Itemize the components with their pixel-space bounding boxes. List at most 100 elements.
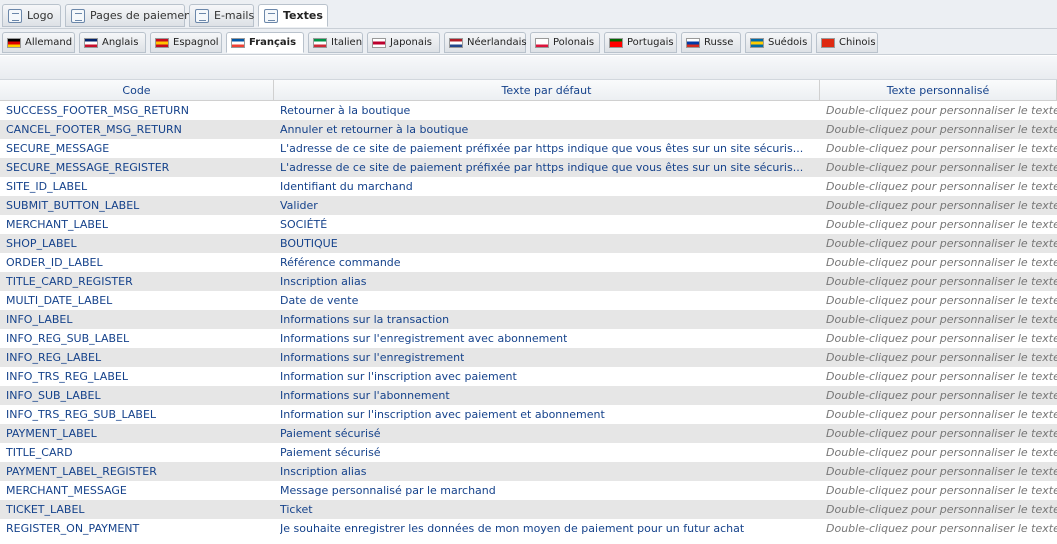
default-text-value: Identifiant du marchand [280, 180, 413, 193]
default-text-value: Paiement sécurisé [280, 427, 381, 440]
cell-custom-text[interactable]: Double-cliquez pour personnaliser le tex… [820, 158, 1057, 177]
flag-icon [609, 37, 623, 48]
tab-logo[interactable]: Logo [2, 4, 61, 27]
cell-custom-text[interactable]: Double-cliquez pour personnaliser le tex… [820, 177, 1057, 196]
email-icon [195, 8, 209, 23]
language-tab-7[interactable]: Polonais [530, 32, 600, 53]
cell-default-text: Informations sur l'enregistrement avec a… [274, 329, 820, 348]
table-row[interactable]: TITLE_CARD Paiement sécurisé Double-clique… [0, 443, 1057, 462]
cell-custom-text[interactable]: Double-cliquez pour personnaliser le tex… [820, 139, 1057, 158]
flag-icon [7, 37, 21, 48]
cell-custom-text[interactable]: Double-cliquez pour personnaliser le tex… [820, 462, 1057, 481]
tab-label: Pages de paiement [90, 9, 196, 22]
cell-custom-text[interactable]: Double-cliquez pour personnaliser le tex… [820, 367, 1057, 386]
flag-icon [231, 37, 245, 48]
table-row[interactable]: TICKET_LABEL Ticket Double-cliquez pour pe… [0, 500, 1057, 519]
language-tab-10[interactable]: Suédois [745, 32, 812, 53]
cell-custom-text[interactable]: Double-cliquez pour personnaliser le tex… [820, 310, 1057, 329]
language-tab-6[interactable]: Néerlandais [444, 32, 527, 53]
language-tab-8[interactable]: Portugais [604, 32, 677, 53]
table-row[interactable]: SUCCESS_FOOTER_MSG_RETURN Retourner à la … [0, 101, 1057, 120]
language-tab-1[interactable]: Anglais [79, 32, 146, 53]
language-tab-2[interactable]: Espagnol [150, 32, 222, 53]
cell-code: PAYMENT_LABEL_REGISTER [6, 465, 157, 478]
table-row[interactable]: ORDER_ID_LABEL Référence commande Double-c… [0, 253, 1057, 272]
tab-label: Logo [27, 9, 54, 22]
table-row[interactable]: MERCHANT_LABEL SOCIÉTÉ Double-cliquez pour… [0, 215, 1057, 234]
language-tab-11[interactable]: Chinois [816, 32, 878, 53]
default-text-value: L'adresse de ce site de paiement préfixé… [280, 161, 804, 174]
cell-custom-text[interactable]: Double-cliquez pour personnaliser le tex… [820, 329, 1057, 348]
cell-code: INFO_REG_LABEL [6, 351, 102, 364]
language-tab-label: Chinois [839, 37, 876, 48]
cell-code: TICKET_LABEL [6, 503, 85, 516]
cell-custom-text[interactable]: Double-cliquez pour personnaliser le tex… [820, 234, 1057, 253]
cell-custom-text[interactable]: Double-cliquez pour personnaliser le tex… [820, 443, 1057, 462]
language-tab-5[interactable]: Japonais [367, 32, 440, 53]
table-row[interactable]: SHOP_LABEL BOUTIQUE Double-cliquez pour pe… [0, 234, 1057, 253]
cell-default-text: Annuler et retourner à la boutique [274, 120, 820, 139]
cell-code: INFO_LABEL [6, 313, 73, 326]
table-row[interactable]: SECURE_MESSAGE_REGISTER L'adresse de ce s… [0, 158, 1057, 177]
default-text-value: Inscription alias [280, 465, 367, 478]
default-text-value: Inscription alias [280, 275, 367, 288]
cell-custom-text[interactable]: Double-cliquez pour personnaliser le tex… [820, 405, 1057, 424]
main-tab-bar: Logo Pages de paiement E-mails Textes [0, 0, 1057, 29]
table-row[interactable]: SECURE_MESSAGE L'adresse de ce site de pa… [0, 139, 1057, 158]
table-row[interactable]: INFO_LABEL Informations sur la transactio… [0, 310, 1057, 329]
cell-custom-text[interactable]: Double-cliquez pour personnaliser le tex… [820, 120, 1057, 139]
cell-code: SHOP_LABEL [6, 237, 77, 250]
cell-custom-text[interactable]: Double-cliquez pour personnaliser le tex… [820, 500, 1057, 519]
cell-custom-text[interactable]: Double-cliquez pour personnaliser le tex… [820, 253, 1057, 272]
column-header-code[interactable]: Code [0, 80, 274, 100]
table-row[interactable]: INFO_REG_SUB_LABEL Informations sur l'enr… [0, 329, 1057, 348]
cell-default-text: L'adresse de ce site de paiement préfixé… [274, 158, 820, 177]
language-tab-9[interactable]: Russe [681, 32, 741, 53]
cell-custom-text[interactable]: Double-cliquez pour personnaliser le tex… [820, 348, 1057, 367]
tab-label: Textes [283, 9, 323, 22]
column-header-custom-text[interactable]: Texte personnalisé [820, 80, 1057, 100]
language-tab-label: Russe [704, 37, 734, 48]
table-row[interactable]: SUBMIT_BUTTON_LABEL Valider Double-cliquez… [0, 196, 1057, 215]
table-row[interactable]: REGISTER_ON_PAYMENT Je souhaite enregistr… [0, 519, 1057, 538]
cell-default-text: Ticket [274, 500, 820, 519]
table-row[interactable]: MERCHANT_MESSAGE Message personnalisé par… [0, 481, 1057, 500]
table-row[interactable]: MULTI_DATE_LABEL Date de vente Double-cliq… [0, 291, 1057, 310]
table-row[interactable]: CANCEL_FOOTER_MSG_RETURN Annuler et retou… [0, 120, 1057, 139]
table-row[interactable]: PAYMENT_LABEL Paiement sécurisé Double-cli… [0, 424, 1057, 443]
default-text-value: Informations sur l'enregistrement avec a… [280, 332, 568, 345]
table-row[interactable]: INFO_TRS_REG_LABEL Information sur l'insc… [0, 367, 1057, 386]
cell-custom-text[interactable]: Double-cliquez pour personnaliser le tex… [820, 424, 1057, 443]
cell-code: REGISTER_ON_PAYMENT [6, 522, 140, 535]
cell-custom-text[interactable]: Double-cliquez pour personnaliser le tex… [820, 519, 1057, 538]
language-tab-3[interactable]: Français [226, 32, 304, 53]
tab-e-mails[interactable]: E-mails [189, 4, 254, 27]
cell-custom-text[interactable]: Double-cliquez pour personnaliser le tex… [820, 101, 1057, 120]
table-row[interactable]: SITE_ID_LABEL Identifiant du marchand Doub… [0, 177, 1057, 196]
table-row[interactable]: INFO_SUB_LABEL Informations sur l'abonnem… [0, 386, 1057, 405]
table-row[interactable]: INFO_REG_LABEL Informations sur l'enregis… [0, 348, 1057, 367]
column-header-default-text[interactable]: Texte par défaut [274, 80, 820, 100]
language-tab-0[interactable]: Allemand [2, 32, 75, 53]
default-text-value: Information sur l'inscription avec paiem… [280, 408, 605, 421]
cell-code: TITLE_CARD [6, 446, 73, 459]
table-row[interactable]: PAYMENT_LABEL_REGISTER Inscription alias D… [0, 462, 1057, 481]
flag-icon [372, 37, 386, 48]
cell-custom-text[interactable]: Double-cliquez pour personnaliser le tex… [820, 215, 1057, 234]
default-text-value: Ticket [280, 503, 313, 516]
language-tab-4[interactable]: Italien [308, 32, 363, 53]
table-row[interactable]: INFO_TRS_REG_SUB_LABEL Information sur l'… [0, 405, 1057, 424]
cell-default-text: Date de vente [274, 291, 820, 310]
cell-custom-text[interactable]: Double-cliquez pour personnaliser le tex… [820, 272, 1057, 291]
default-text-value: Informations sur l'abonnement [280, 389, 450, 402]
language-tab-label: Portugais [627, 37, 674, 48]
language-tab-label: Japonais [390, 37, 432, 48]
cell-custom-text[interactable]: Double-cliquez pour personnaliser le tex… [820, 481, 1057, 500]
tab-pages-de-paiement[interactable]: Pages de paiement [65, 4, 195, 27]
tab-textes[interactable]: Textes [258, 4, 328, 27]
cell-custom-text[interactable]: Double-cliquez pour personnaliser le tex… [820, 386, 1057, 405]
flag-icon [821, 37, 835, 48]
cell-custom-text[interactable]: Double-cliquez pour personnaliser le tex… [820, 291, 1057, 310]
cell-custom-text[interactable]: Double-cliquez pour personnaliser le tex… [820, 196, 1057, 215]
table-row[interactable]: TITLE_CARD_REGISTER Inscription alias Doub… [0, 272, 1057, 291]
